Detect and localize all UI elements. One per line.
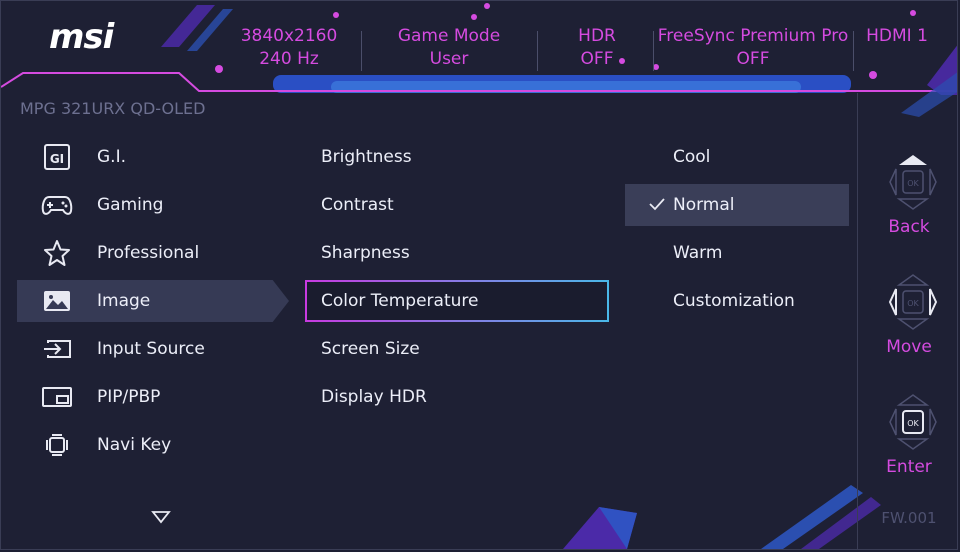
navi-key-panel: OK Back OK Move OK Enter FW.001 xyxy=(857,93,957,549)
sub-item-screen-size[interactable]: Screen Size xyxy=(305,328,609,370)
status-resolution-line2: 240 Hz xyxy=(259,49,319,69)
option-customization[interactable]: Customization xyxy=(625,280,849,322)
status-hdr-line1: HDR xyxy=(578,26,616,46)
menu-item-input-source[interactable]: Input Source xyxy=(17,328,289,370)
ok-key-text: OK xyxy=(907,419,919,428)
option-warm[interactable]: Warm xyxy=(625,232,849,274)
model-name: MPG 321URX QD-OLED xyxy=(20,99,206,118)
option-cool[interactable]: Cool xyxy=(625,136,849,178)
status-resolution: 3840x2160 240 Hz xyxy=(227,25,351,71)
checkmark-icon xyxy=(647,194,667,219)
back-key-label: Back xyxy=(888,217,930,237)
status-game-mode-line1: Game Mode xyxy=(397,26,501,46)
menu-item-label: Professional xyxy=(97,243,200,263)
status-hdr-line2: OFF xyxy=(580,49,614,69)
sub-item-color-temperature[interactable]: Color Temperature xyxy=(305,280,609,322)
menu-item-professional[interactable]: Professional xyxy=(17,232,289,274)
svg-text:GI: GI xyxy=(50,152,64,166)
gi-icon: GI xyxy=(41,141,73,173)
option-label: Warm xyxy=(673,243,723,263)
image-icon xyxy=(41,285,73,317)
status-input-line1: HDMI 1 xyxy=(866,26,928,46)
status-game-mode-line2: User xyxy=(429,49,469,69)
menu-item-label: Image xyxy=(97,291,151,311)
back-key-icon: OK xyxy=(888,153,938,215)
status-divider xyxy=(853,31,854,71)
input-source-icon xyxy=(41,333,73,365)
enter-key-icon: OK xyxy=(888,393,938,455)
status-divider xyxy=(537,31,538,71)
menu-item-navi-key[interactable]: Navi Key xyxy=(17,424,289,466)
msi-logo: msi xyxy=(49,17,114,57)
status-game-mode: Game Mode User xyxy=(375,25,523,71)
move-key-label: Move xyxy=(886,337,932,357)
menu-item-gaming[interactable]: Gaming xyxy=(17,184,289,226)
status-divider xyxy=(361,31,362,71)
status-hdr: HDR OFF xyxy=(551,25,643,71)
ok-key-text: OK xyxy=(907,299,919,308)
sub-item-contrast[interactable]: Contrast xyxy=(305,184,609,226)
status-input: HDMI 1 xyxy=(857,25,937,48)
menu-item-label: Navi Key xyxy=(97,435,172,455)
status-divider xyxy=(653,31,654,71)
ok-key-text: OK xyxy=(907,179,919,188)
menu-item-pip-pbp[interactable]: PIP/PBP xyxy=(17,376,289,418)
status-freesync-line1: FreeSync Premium Pro xyxy=(657,26,849,46)
menu-item-label: PIP/PBP xyxy=(97,387,161,407)
sub-item-sharpness[interactable]: Sharpness xyxy=(305,232,609,274)
move-key-icon: OK xyxy=(888,273,938,335)
option-label: Normal xyxy=(673,195,735,215)
status-resolution-line1: 3840x2160 xyxy=(240,26,338,46)
status-freesync: FreeSync Premium Pro OFF xyxy=(655,25,851,71)
option-label: Cool xyxy=(673,147,711,167)
menu-item-gi[interactable]: GI G.I. xyxy=(17,136,289,178)
menu-item-label: Input Source xyxy=(97,339,205,359)
option-label: Customization xyxy=(673,291,795,311)
firmware-version: FW.001 xyxy=(881,509,937,527)
sub-item-display-hdr[interactable]: Display HDR xyxy=(305,376,609,418)
header-decoration xyxy=(1,3,957,549)
option-normal[interactable]: Normal xyxy=(625,184,849,226)
scroll-down-icon[interactable] xyxy=(151,509,171,528)
navi-key-icon xyxy=(41,429,73,461)
status-freesync-line2: OFF xyxy=(736,49,770,69)
star-icon xyxy=(41,237,73,269)
menu-item-label: G.I. xyxy=(97,147,126,167)
menu-item-image[interactable]: Image xyxy=(17,280,289,322)
menu-item-label: Gaming xyxy=(97,195,164,215)
osd-frame: msi 3840x2160 240 Hz Game Mode User HDR … xyxy=(0,0,958,550)
gamepad-icon xyxy=(41,189,73,221)
sub-item-brightness[interactable]: Brightness xyxy=(305,136,609,178)
pip-icon xyxy=(41,381,73,413)
enter-key-label: Enter xyxy=(886,457,932,477)
